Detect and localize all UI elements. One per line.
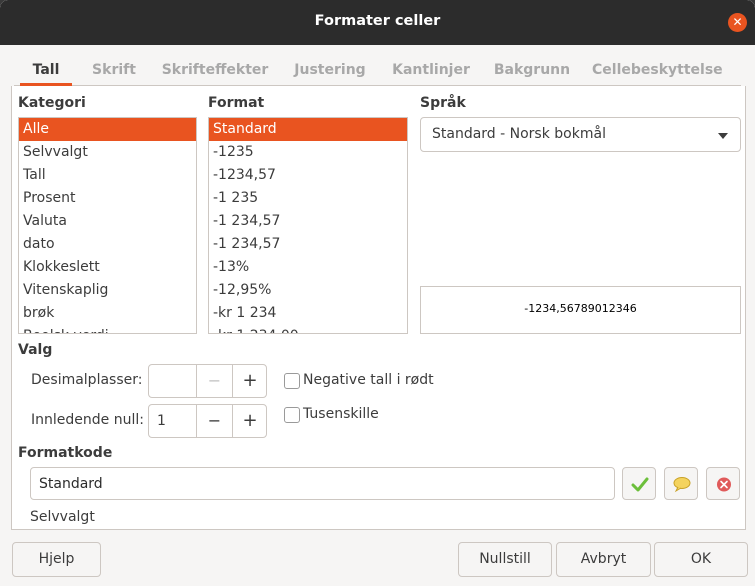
list-item[interactable]: -kr 1 234,00 [209,325,407,333]
list-item[interactable]: -1 234,57 [209,210,407,233]
tab-skrift[interactable]: Skrift [88,54,140,86]
decrement-button[interactable]: − [196,365,232,397]
list-item[interactable]: dato [19,233,196,256]
leading-zeros-stepper[interactable]: 1 − + [148,404,267,438]
format-code-value[interactable]: Standard [39,476,103,492]
language-value: Standard - Norsk bokmål [432,126,606,142]
list-item[interactable]: Standard [209,118,407,141]
apply-code-button[interactable] [622,467,656,500]
list-item[interactable]: -1235 [209,141,407,164]
comment-icon [673,477,691,493]
tab-skrifteffekter[interactable]: Skrifteffekter [160,54,270,86]
close-icon: ✕ [732,15,743,29]
thousands-separator-label[interactable]: Tusenskille [303,406,379,422]
list-item[interactable]: Alle [19,118,196,141]
decimal-places-stepper[interactable]: − + [148,364,267,398]
ok-button[interactable]: OK [654,542,748,577]
list-item[interactable]: Selvvalgt [19,141,196,164]
language-dropdown[interactable]: Standard - Norsk bokmål [420,117,741,152]
remove-icon [717,477,731,492]
chevron-down-icon [718,133,728,139]
leading-zeros-value[interactable]: 1 [157,413,166,429]
list-item[interactable]: -13% [209,256,407,279]
list-item[interactable]: Tall [19,164,196,187]
help-button[interactable]: Hjelp [12,542,101,577]
list-item[interactable]: -1234,57 [209,164,407,187]
increment-button[interactable]: + [232,405,267,437]
category-list[interactable]: Alle Selvvalgt Tall Prosent Valuta dato … [18,117,197,334]
format-list[interactable]: Standard -1235 -1234,57 -1 235 -1 234,57… [208,117,408,334]
list-item[interactable]: brøk [19,302,196,325]
list-item[interactable]: Valuta [19,210,196,233]
tab-cellebeskyttelse[interactable]: Cellebeskyttelse [592,54,723,86]
leading-zeros-label: Innledende null: [31,412,144,428]
list-item[interactable]: Vitenskaplig [19,279,196,302]
cancel-button[interactable]: Avbryt [556,542,651,577]
list-item[interactable]: -kr 1 234 [209,302,407,325]
negative-red-checkbox[interactable] [284,373,300,389]
format-cells-dialog: Formater celler ✕ Tall Skrift Skrifteffe… [0,0,755,586]
options-label: Valg [18,342,53,358]
tab-bar: Tall Skrift Skrifteffekter Justering Kan… [14,54,741,86]
title-bar: Formater celler ✕ [0,0,755,45]
format-code-description: Selvvalgt [30,509,95,525]
negative-red-label[interactable]: Negative tall i rødt [303,372,434,388]
decimal-places-label: Desimalplasser: [31,372,143,388]
increment-button[interactable]: + [232,365,267,397]
category-label: Kategori [18,95,86,111]
tab-tall[interactable]: Tall [20,54,72,86]
list-item[interactable]: Boolsk verdi [19,325,196,333]
tab-justering[interactable]: Justering [290,54,370,86]
close-button[interactable]: ✕ [728,13,747,32]
reset-button[interactable]: Nullstill [458,542,552,577]
list-item[interactable]: Prosent [19,187,196,210]
dialog-title: Formater celler [314,13,441,29]
list-item[interactable]: -1 234,57 [209,233,407,256]
format-code-label: Formatkode [18,445,113,461]
list-item[interactable]: Klokkeslett [19,256,196,279]
format-label: Format [208,95,265,111]
format-code-input[interactable]: Standard [30,467,615,500]
thousands-separator-checkbox[interactable] [284,407,300,423]
tab-bakgrunn[interactable]: Bakgrunn [492,54,572,86]
remove-code-button[interactable] [706,467,740,500]
checkmark-icon [631,477,649,492]
decrement-button[interactable]: − [196,405,232,437]
edit-comment-button[interactable] [664,467,698,500]
list-item[interactable]: -12,95% [209,279,407,302]
tab-kantlinjer[interactable]: Kantlinjer [390,54,472,86]
preview-value: -1234,56789012346 [524,302,637,315]
format-preview: -1234,56789012346 [420,286,741,334]
language-label: Språk [420,95,466,111]
list-item[interactable]: -1 235 [209,187,407,210]
